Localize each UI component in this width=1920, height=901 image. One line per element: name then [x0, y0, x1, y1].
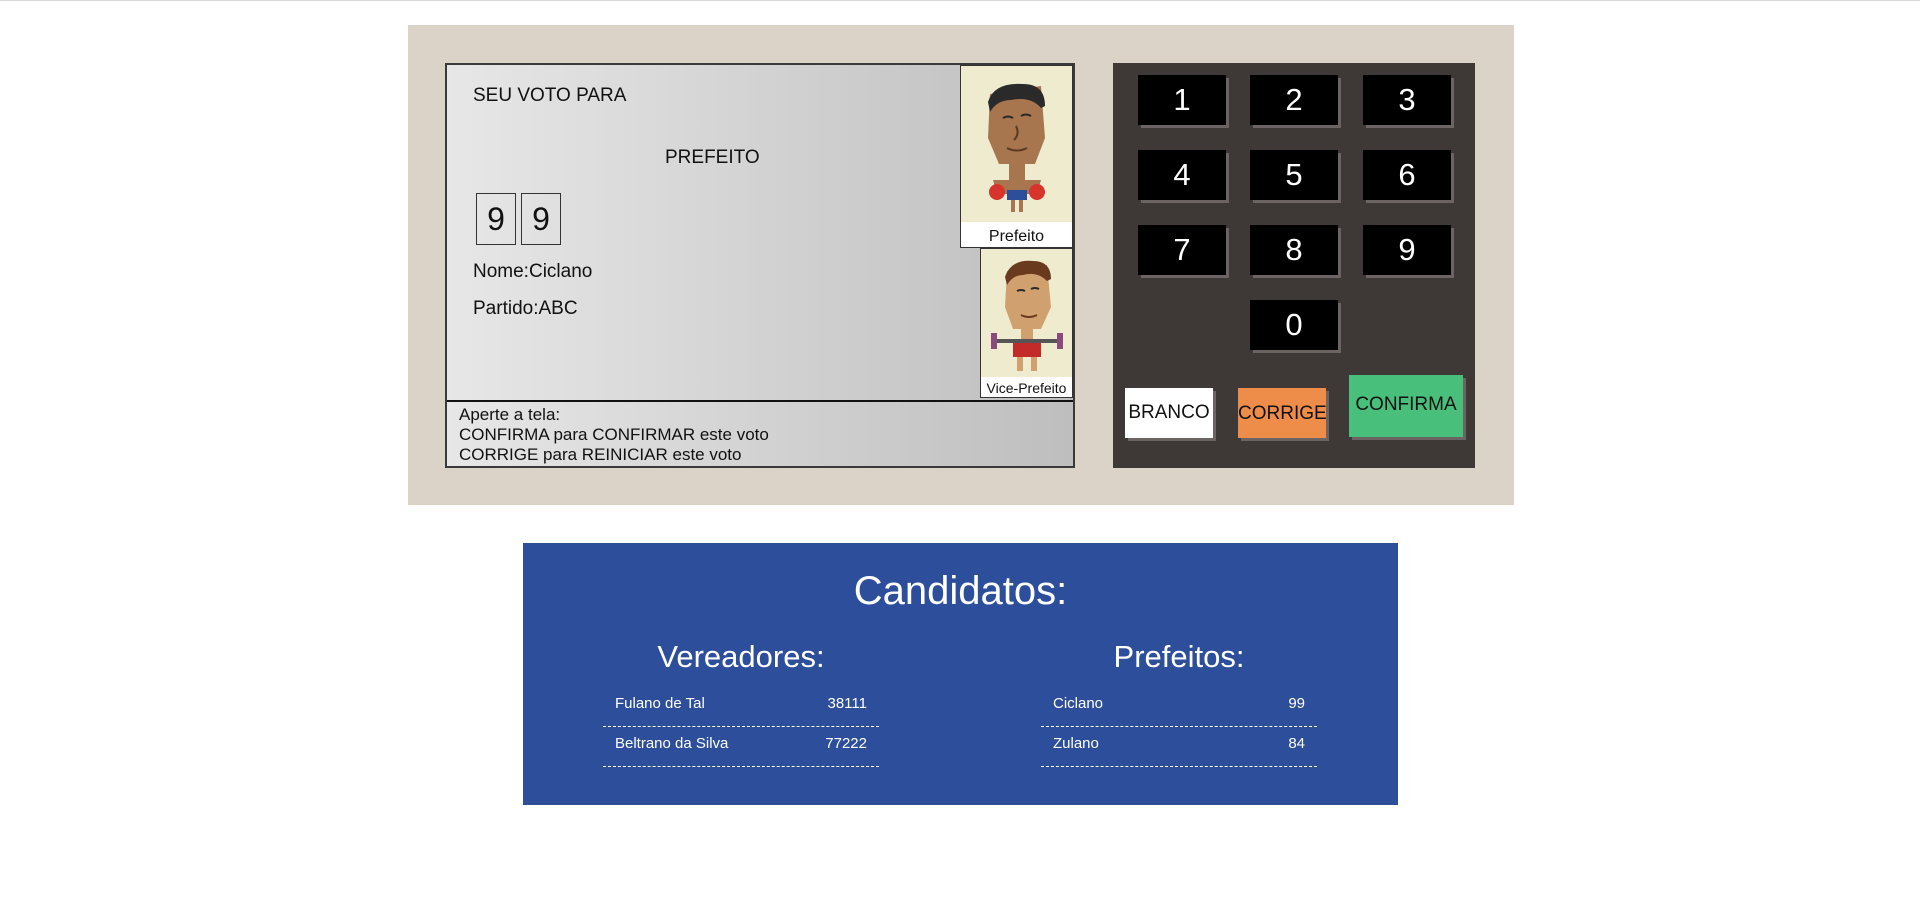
candidate-name: Ciclano: [528, 261, 593, 282]
candidate-row-name: Ciclano: [1053, 695, 1104, 712]
candidate-row-name: Zulano: [1053, 735, 1099, 752]
key-0[interactable]: 0: [1250, 300, 1338, 350]
candidates-title: Candidatos:: [853, 569, 1068, 613]
candidate-row-number: 84: [1288, 735, 1305, 752]
correct-button[interactable]: CORRIGE: [1238, 388, 1327, 438]
candidate-row-number: 38111: [827, 695, 868, 712]
instruction-line: CORRIGE para REINICIAR este voto: [459, 445, 742, 464]
top-divider: [0, 0, 1920, 1]
mayor-photo-label: Prefeito: [988, 228, 1045, 245]
candidate-row-number: 99: [1288, 695, 1305, 712]
candidate-name-line: Nome:Ciclano: [473, 261, 592, 283]
blank-vote-button[interactable]: BRANCO: [1125, 388, 1213, 438]
key-5[interactable]: 5: [1250, 150, 1338, 200]
mayor-candidates-column: Prefeitos: Ciclano 99 Zulano 84: [1041, 639, 1317, 767]
party-label: Partido:: [473, 298, 539, 319]
key-1[interactable]: 1: [1138, 75, 1226, 125]
vote-for-header: SEU VOTO PARA: [473, 85, 627, 106]
candidate-party-line: Partido:ABC: [473, 298, 578, 320]
keypad: 1 2 3 4 5 6 7 8 9 0 BRANCO CORRIGE CONFI…: [1113, 63, 1475, 468]
candidate-row: Ciclano 99: [1041, 687, 1317, 727]
candidate-row: Beltrano da Silva 77222: [603, 727, 879, 767]
number-digit-box: 9: [476, 193, 516, 245]
name-label: Nome:: [473, 261, 529, 282]
key-6[interactable]: 6: [1363, 150, 1451, 200]
number-digit-box: 9: [521, 193, 561, 245]
council-candidates-title: Vereadores:: [657, 639, 825, 674]
candidate-row-name: Fulano de Tal: [615, 695, 705, 712]
candidates-panel: Candidatos: Vereadores: Fulano de Tal 38…: [523, 543, 1398, 805]
confirm-button[interactable]: CONFIRMA: [1349, 375, 1463, 437]
mayor-photo: [961, 66, 1072, 222]
key-3[interactable]: 3: [1363, 75, 1451, 125]
key-4[interactable]: 4: [1138, 150, 1226, 200]
instructions-footer: Aperte a tela: CONFIRMA para CONFIRMAR e…: [447, 400, 1073, 466]
mayor-candidates-title: Prefeitos:: [1113, 639, 1245, 674]
screen-main-area: SEU VOTO PARA PREFEITO 9 9 Nome:Ciclano …: [447, 65, 1073, 400]
vice-mayor-photo-label: Vice-Prefeito: [986, 380, 1067, 396]
candidate-row-name: Beltrano da Silva: [615, 735, 729, 752]
voting-machine: SEU VOTO PARA PREFEITO 9 9 Nome:Ciclano …: [408, 25, 1514, 505]
key-2[interactable]: 2: [1250, 75, 1338, 125]
office-title: PREFEITO: [665, 147, 760, 168]
instruction-line: CONFIRMA para CONFIRMAR este voto: [459, 425, 769, 444]
council-candidates-column: Vereadores: Fulano de Tal 38111 Beltrano…: [603, 639, 879, 767]
vice-mayor-photo-card: Vice-Prefeito: [980, 248, 1073, 398]
vice-mayor-photo: [981, 249, 1072, 377]
candidate-party: ABC: [538, 298, 578, 319]
mayor-cartoon-image: [961, 66, 1072, 222]
candidate-row: Fulano de Tal 38111: [603, 687, 879, 727]
instruction-line: Aperte a tela:: [459, 405, 561, 424]
voting-screen[interactable]: SEU VOTO PARA PREFEITO 9 9 Nome:Ciclano …: [445, 63, 1075, 468]
candidate-row: Zulano 84: [1041, 727, 1317, 767]
vice-mayor-cartoon-image: [981, 249, 1072, 377]
mayor-photo-card: Prefeito: [960, 65, 1073, 248]
key-7[interactable]: 7: [1138, 225, 1226, 275]
key-8[interactable]: 8: [1250, 225, 1338, 275]
candidate-row-number: 77222: [825, 735, 867, 752]
key-9[interactable]: 9: [1363, 225, 1451, 275]
